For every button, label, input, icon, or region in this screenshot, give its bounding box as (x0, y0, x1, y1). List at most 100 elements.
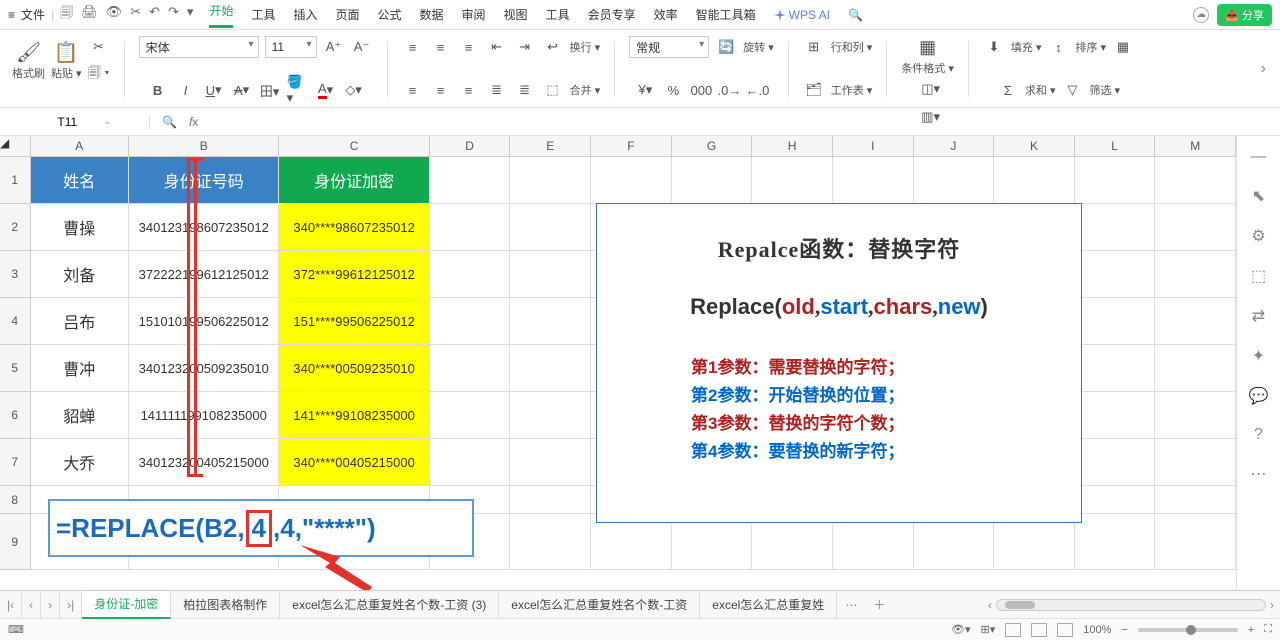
col-head[interactable]: K (994, 136, 1075, 156)
cell[interactable]: 151****99506225012 (279, 298, 429, 345)
fill-color-icon[interactable]: 🪣▾ (287, 79, 309, 101)
clear-format-icon[interactable]: ◇▾ (343, 79, 365, 101)
cell[interactable] (510, 204, 591, 251)
cell[interactable] (914, 157, 995, 204)
sp-translate-icon[interactable]: ⇄ (1252, 306, 1265, 326)
cell[interactable] (510, 345, 591, 392)
col-head[interactable]: L (1075, 136, 1156, 156)
sp-tools-icon[interactable]: ✦ (1252, 346, 1265, 366)
cell[interactable] (510, 392, 591, 439)
cell[interactable]: 曹操 (31, 204, 130, 251)
sheet-tab[interactable]: excel怎么汇总重复姓名个数-工资 (3) (280, 592, 499, 618)
style2-icon[interactable]: ▥▾ (920, 106, 942, 128)
rowcol-icon[interactable]: ⊞ (803, 36, 825, 58)
cell[interactable]: 340123198607235012 (129, 204, 279, 251)
cond-format-icon[interactable]: ▦ (917, 36, 939, 58)
sum-icon[interactable]: Σ (997, 79, 1019, 101)
tab-data[interactable]: 数据 (420, 6, 444, 23)
undo-icon[interactable]: ↶ (149, 4, 160, 26)
tab-nav-next-icon[interactable]: › (41, 592, 60, 618)
cell[interactable] (430, 251, 511, 298)
comma-icon[interactable]: 000 (690, 79, 712, 101)
underline-icon[interactable]: U▾ (203, 79, 225, 101)
view-break-icon[interactable] (1057, 623, 1073, 637)
currency-icon[interactable]: ¥▾ (634, 79, 656, 101)
col-head[interactable]: F (591, 136, 672, 156)
zoom-in-icon[interactable]: + (1248, 624, 1254, 636)
cell[interactable] (510, 514, 591, 570)
dist-icon[interactable]: ≣ (514, 79, 536, 101)
qat-icon[interactable]: 🗐 (60, 4, 73, 26)
tab-page[interactable]: 页面 (335, 6, 359, 23)
hscroll-left-icon[interactable]: ‹ (988, 598, 992, 612)
search-icon[interactable]: 🔍 (848, 8, 863, 22)
cell[interactable] (1075, 345, 1156, 392)
zoom-out-icon[interactable]: − (1121, 624, 1127, 636)
cell[interactable] (430, 439, 511, 486)
sp-select-icon[interactable]: ⬉ (1252, 186, 1265, 206)
sp-minus-icon[interactable]: — (1251, 148, 1267, 166)
col-head[interactable]: G (672, 136, 753, 156)
sp-help-icon[interactable]: ? (1254, 426, 1263, 444)
worksheet-icon[interactable]: 🗂 (803, 79, 825, 101)
sheet-tabs-more-icon[interactable]: ⋯ (837, 598, 865, 612)
col-head[interactable]: B (129, 136, 279, 156)
font-name-select[interactable]: 宋体 (139, 36, 259, 58)
indent-dec-icon[interactable]: ⇤ (486, 36, 508, 58)
row-head[interactable]: 7 (0, 439, 31, 486)
view-page-icon[interactable] (1031, 623, 1047, 637)
col-head[interactable]: M (1155, 136, 1236, 156)
name-box-input[interactable] (37, 115, 97, 129)
sheet-tab[interactable]: excel怎么汇总重复姓名个数-工资 (499, 592, 700, 618)
align-right-icon[interactable]: ≡ (458, 79, 480, 101)
cell[interactable]: 141111199108235000 (129, 392, 279, 439)
cell[interactable]: 340123200405215000 (129, 439, 279, 486)
row-head[interactable]: 1 (0, 157, 31, 204)
cell[interactable]: 141****99108235000 (279, 392, 429, 439)
zoom-value[interactable]: 100% (1083, 624, 1111, 636)
sort-icon[interactable]: ↕ (1047, 36, 1069, 58)
cell[interactable] (510, 486, 591, 514)
cell[interactable]: 吕布 (31, 298, 130, 345)
cell[interactable] (510, 298, 591, 345)
cell[interactable] (430, 298, 511, 345)
cell[interactable] (1075, 298, 1156, 345)
cell[interactable] (672, 157, 753, 204)
cell[interactable] (1075, 204, 1156, 251)
fill-icon[interactable]: ⬇ (983, 36, 1005, 58)
fx-cancel-icon[interactable]: 🔍 (162, 115, 177, 129)
freeze-icon[interactable]: ▦ (1112, 36, 1134, 58)
zoom-slider[interactable] (1138, 628, 1238, 632)
cell[interactable]: 姓名 (31, 157, 130, 204)
cell[interactable] (1155, 345, 1236, 392)
view-grid-icon[interactable]: ⊞▾ (981, 623, 996, 636)
sp-chat-icon[interactable]: 💬 (1249, 386, 1269, 406)
spreadsheet-grid[interactable]: ◢ A B C D E F G H I J K L M 1 姓名 身份证号码 身… (0, 136, 1236, 590)
row-head[interactable]: 4 (0, 298, 31, 345)
row-head[interactable]: 2 (0, 204, 31, 251)
align-center-icon[interactable]: ≡ (430, 79, 452, 101)
cell[interactable] (1075, 439, 1156, 486)
cell[interactable] (1155, 204, 1236, 251)
col-head[interactable]: I (833, 136, 914, 156)
cell[interactable] (430, 204, 511, 251)
merge-icon[interactable]: ⬚ (542, 79, 564, 101)
redo-icon[interactable]: ↷ (168, 4, 179, 26)
col-head[interactable]: A (31, 136, 130, 156)
file-menu[interactable]: 文件 (21, 6, 45, 23)
cell[interactable] (430, 157, 511, 204)
cell[interactable]: 刘备 (31, 251, 130, 298)
cell[interactable] (1155, 251, 1236, 298)
strike-icon[interactable]: A▾ (231, 79, 253, 101)
cell[interactable]: 340****00509235010 (279, 345, 429, 392)
copy-icon[interactable]: 🗐 ▾ (88, 64, 110, 86)
font-size-select[interactable]: 11 (265, 36, 317, 58)
col-head[interactable]: C (279, 136, 429, 156)
col-head[interactable]: J (914, 136, 995, 156)
wps-ai-button[interactable]: WPS AI (774, 8, 830, 22)
qat-icon[interactable]: ✂ (130, 4, 141, 26)
cell[interactable]: 身份证号码 (129, 157, 279, 204)
row-head[interactable]: 3 (0, 251, 31, 298)
sp-more-icon[interactable]: ⋯ (1251, 464, 1267, 484)
align-mid-icon[interactable]: ≡ (430, 36, 452, 58)
